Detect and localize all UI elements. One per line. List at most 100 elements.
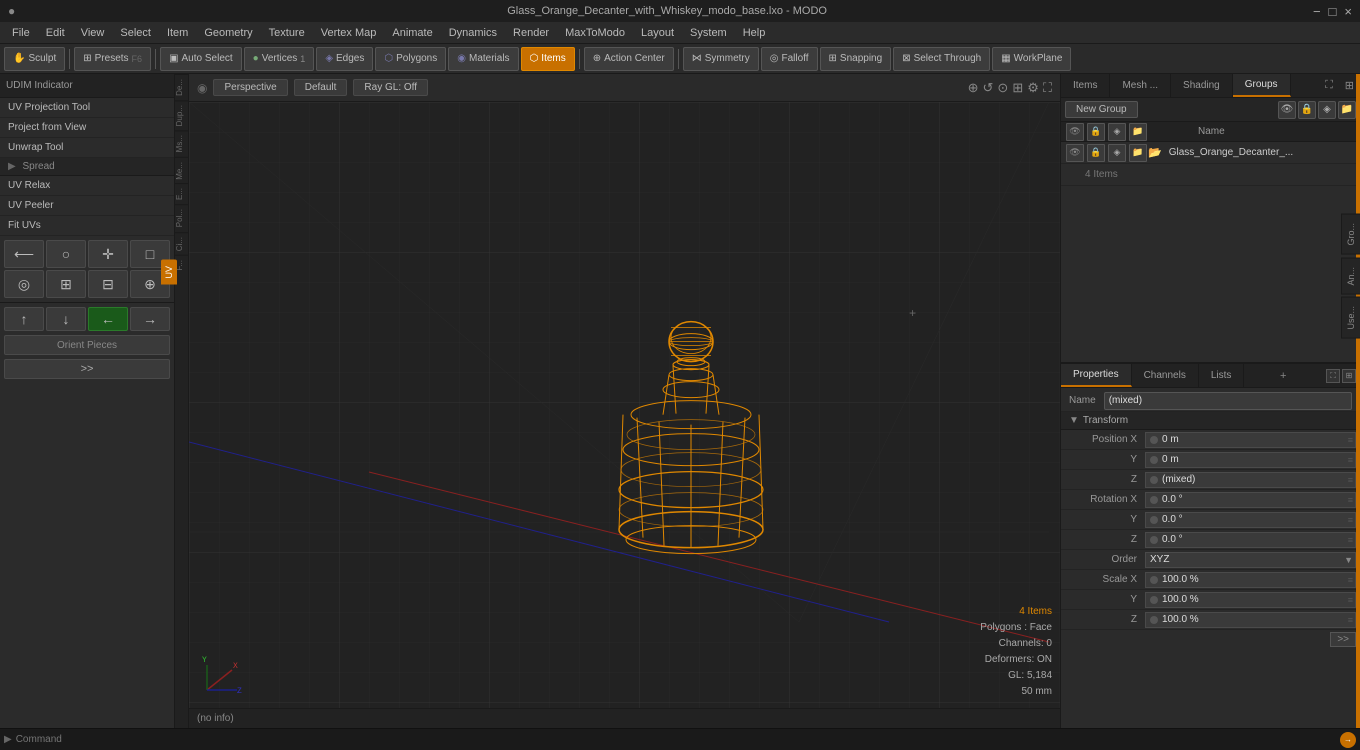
vert-label-ms[interactable]: Ms... [175, 130, 188, 156]
raygl-btn[interactable]: Ray GL: Off [353, 79, 428, 96]
perspective-btn[interactable]: Perspective [213, 79, 287, 96]
right-drag-handle[interactable] [1356, 74, 1360, 728]
scene-icon-lock[interactable]: 🔒 [1298, 101, 1316, 119]
menu-system[interactable]: System [682, 25, 735, 41]
menu-animate[interactable]: Animate [384, 25, 440, 41]
expand-btn[interactable]: >> [4, 359, 170, 379]
scene-tab-shading[interactable]: Shading [1171, 74, 1233, 97]
vert-label-e[interactable]: E... [175, 183, 188, 204]
select-through-btn[interactable]: ⊠ Select Through [893, 47, 990, 71]
side-tab-use[interactable]: Use... [1341, 297, 1360, 339]
scene-tab-maximize[interactable]: ⛶ [1319, 77, 1339, 94]
uv-peeler-btn[interactable]: UV Peeler [0, 196, 174, 216]
default-shading-btn[interactable]: Default [294, 79, 348, 96]
scene-item-group[interactable]: 👁 🔒 ◈ 📁 📂 Glass_Orange_Decanter_... [1061, 142, 1360, 164]
viewport-icon-settings[interactable]: ⚙ [1027, 80, 1039, 96]
vert-label-dup[interactable]: Dup... [175, 100, 188, 130]
arrow-left-btn[interactable]: ← [88, 307, 128, 331]
menu-texture[interactable]: Texture [261, 25, 313, 41]
menu-dynamics[interactable]: Dynamics [441, 25, 505, 41]
vert-label-me[interactable]: Me... [175, 157, 188, 184]
close-btn[interactable]: × [1344, 4, 1352, 19]
tool-grid-btn-2[interactable]: ✛ [88, 240, 128, 268]
viewport-icon-maximize[interactable]: ⛶ [1043, 80, 1052, 96]
scene-icon-eye[interactable]: 👁 [1278, 101, 1296, 119]
scene-tab-items[interactable]: Items [1061, 74, 1110, 97]
scene-icon-render[interactable]: ◈ [1318, 101, 1336, 119]
command-input[interactable] [16, 734, 1340, 745]
orient-pieces-btn[interactable]: Orient Pieces [4, 335, 170, 355]
position-y-value[interactable]: 0 m ≡ [1145, 452, 1356, 468]
props-tab-properties[interactable]: Properties [1061, 364, 1132, 387]
menu-render[interactable]: Render [505, 25, 557, 41]
snapping-btn[interactable]: ⊞ Snapping [820, 47, 892, 71]
uv-relax-btn[interactable]: UV Relax [0, 176, 174, 196]
rotation-x-value[interactable]: 0.0 ° ≡ [1145, 492, 1356, 508]
project-from-view-btn[interactable]: Project from View [0, 118, 174, 138]
menu-help[interactable]: Help [735, 25, 774, 41]
menu-file[interactable]: File [4, 25, 38, 41]
order-value[interactable]: XYZ ▼ [1145, 552, 1356, 568]
vertices-btn[interactable]: ● Vertices 1 [244, 47, 315, 71]
scale-x-value[interactable]: 100.0 % ≡ [1145, 572, 1356, 588]
vert-label-pol[interactable]: Pol... [175, 204, 188, 231]
materials-btn[interactable]: ◉ Materials [448, 47, 518, 71]
minimize-btn[interactable]: − [1313, 4, 1321, 19]
viewport-icon-move[interactable]: ⊕ [968, 80, 979, 96]
props-tab-add[interactable]: + [1272, 368, 1294, 384]
uv-projection-tool-btn[interactable]: UV Projection Tool [0, 98, 174, 118]
unwrap-tool-btn[interactable]: Unwrap Tool [0, 138, 174, 158]
action-center-btn[interactable]: ⊕ Action Center [584, 47, 674, 71]
position-z-value[interactable]: (mixed) ≡ [1145, 472, 1356, 488]
edges-btn[interactable]: ◈ Edges [316, 47, 373, 71]
viewport-indicator[interactable]: ◉ [197, 81, 207, 95]
viewport-canvas[interactable]: + [189, 102, 1060, 708]
uv-side-tab[interactable]: UV [161, 260, 177, 285]
transform-section[interactable]: ▼ Transform [1061, 412, 1360, 430]
presets-btn[interactable]: ⊞ Presets F6 [74, 47, 151, 71]
vert-label-ci[interactable]: Ci... [175, 232, 188, 255]
props-tab-lists[interactable]: Lists [1199, 364, 1245, 387]
menu-edit[interactable]: Edit [38, 25, 73, 41]
item-eye-toggle[interactable]: 👁 [1066, 144, 1084, 162]
sculpt-btn[interactable]: ✋ Sculpt [4, 47, 65, 71]
menu-vertex-map[interactable]: Vertex Map [313, 25, 385, 41]
vert-label-de[interactable]: De... [175, 74, 188, 100]
side-tab-an[interactable]: An... [1341, 258, 1360, 295]
tool-grid-btn-4[interactable]: ◎ [4, 270, 44, 298]
tool-grid-btn-6[interactable]: ⊟ [88, 270, 128, 298]
polygons-btn[interactable]: ⬡ Polygons [375, 47, 446, 71]
side-tab-gro[interactable]: Gro... [1341, 214, 1360, 255]
tool-grid-btn-0[interactable]: ⟵ [4, 240, 44, 268]
maximize-btn[interactable]: □ [1329, 4, 1337, 19]
item-lock-toggle[interactable]: 🔒 [1087, 144, 1105, 162]
menu-layout[interactable]: Layout [633, 25, 682, 41]
tool-grid-btn-5[interactable]: ⊞ [46, 270, 86, 298]
position-x-value[interactable]: 0 m ≡ [1145, 432, 1356, 448]
scene-tab-groups[interactable]: Groups [1233, 74, 1291, 97]
props-resize-btn[interactable]: ⊞ [1342, 369, 1356, 383]
props-name-value[interactable]: (mixed) [1104, 392, 1352, 410]
scale-extend-btn[interactable]: >> [1330, 632, 1356, 647]
falloff-btn[interactable]: ◎ Falloff [761, 47, 818, 71]
menu-geometry[interactable]: Geometry [196, 25, 260, 41]
tool-grid-btn-1[interactable]: ○ [46, 240, 86, 268]
menu-view[interactable]: View [73, 25, 113, 41]
menu-select[interactable]: Select [112, 25, 159, 41]
items-btn[interactable]: ⬡ Items [521, 47, 575, 71]
command-submit-btn[interactable]: → [1340, 732, 1356, 748]
item-render-toggle[interactable]: ◈ [1108, 144, 1126, 162]
arrow-down-btn[interactable]: ↓ [46, 307, 86, 331]
rotation-z-value[interactable]: 0.0 ° ≡ [1145, 532, 1356, 548]
scale-y-value[interactable]: 100.0 % ≡ [1145, 592, 1356, 608]
item-folder-toggle[interactable]: 📁 [1129, 144, 1147, 162]
fit-uvs-btn[interactable]: Fit UVs [0, 216, 174, 236]
scale-z-value[interactable]: 100.0 % ≡ [1145, 612, 1356, 628]
scene-icon-folder[interactable]: 📁 [1338, 101, 1356, 119]
arrow-right-btn[interactable]: → [130, 307, 170, 331]
menu-item[interactable]: Item [159, 25, 196, 41]
props-maximize-btn[interactable]: ⛶ [1326, 369, 1340, 383]
scene-tab-mesh[interactable]: Mesh ... [1110, 74, 1171, 97]
viewport-icon-zoom[interactable]: ⊙ [997, 80, 1008, 96]
viewport-icon-rotate[interactable]: ↺ [983, 80, 994, 96]
